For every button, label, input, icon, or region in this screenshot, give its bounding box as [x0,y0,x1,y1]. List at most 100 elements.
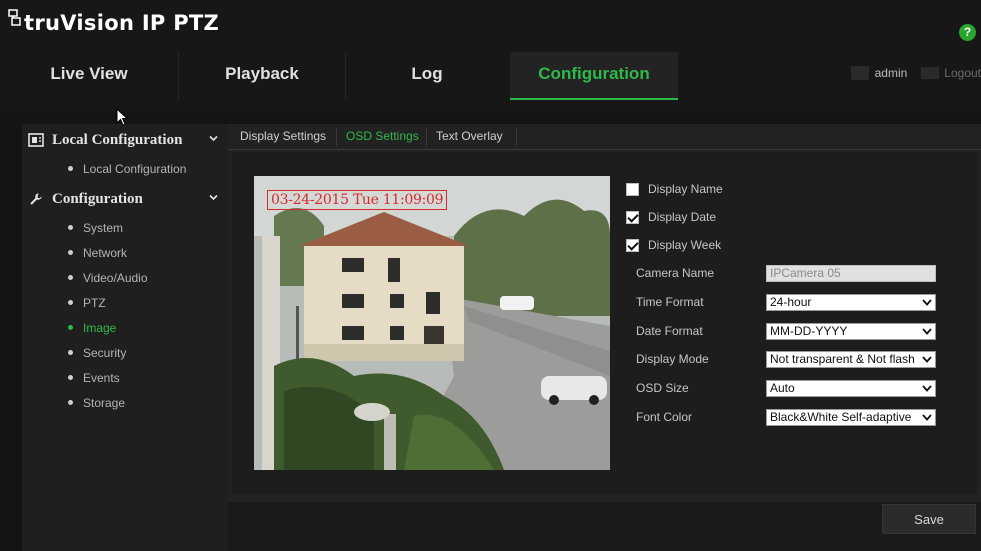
bullet-icon [68,300,73,305]
sidebar-item-security[interactable]: Security [22,340,228,365]
bullet-icon [68,350,73,355]
sidebar-item-image[interactable]: Image [22,315,228,340]
sidebar-item-events[interactable]: Events [22,365,228,390]
display-mode-select[interactable]: Not transparent & Not flash [766,350,936,368]
camera-preview[interactable]: 03-24-2015 Tue 11:09:09 [254,176,610,470]
date-format-select[interactable]: MM-DD-YYYY [766,322,936,340]
tab-configuration[interactable]: Configuration [510,52,678,100]
main-content: Display Settings OSD Settings Text Overl… [228,124,981,551]
chevron-down-icon [922,413,932,421]
display-mode-row: Display Mode Not transparent & Not flash [636,350,936,368]
display-week-checkbox[interactable] [626,238,639,252]
font-color-value: Black&White Self-adaptive [770,409,912,424]
tab-osd-settings[interactable]: OSD Settings [338,124,427,150]
bullet-icon [68,325,73,330]
sidebar: Local Configuration Local Configuration … [22,124,228,551]
time-format-select[interactable]: 24-hour [766,293,936,311]
main-nav: Live View Playback Log Configuration [0,52,981,100]
time-format-row: Time Format 24-hour [636,293,936,311]
tab-divider [336,128,337,146]
help-icon[interactable]: ? [959,24,976,41]
camera-scene-image [254,176,610,470]
osd-date-overlay[interactable]: 03-24-2015 Tue 11:09:09 [267,190,448,210]
chevron-down-icon[interactable] [209,193,218,202]
osd-size-row: OSD Size Auto [636,379,936,397]
sidebar-item-video-audio[interactable]: Video/Audio [22,265,228,290]
display-name-checkbox[interactable] [626,182,639,196]
brand-name: truVision IP PTZ [24,11,220,35]
bullet-icon [68,225,73,230]
bullet-icon [68,166,73,171]
chevron-down-icon[interactable] [209,134,218,143]
tab-live-view[interactable]: Live View [0,52,178,100]
chevron-down-icon [922,355,932,363]
sidebar-item-label: Security [83,345,127,360]
user-area: admin Logout [850,62,981,84]
display-name-option[interactable]: Display Name [626,180,723,198]
footer-bar [228,502,981,551]
local-config-icon [28,133,44,147]
display-week-option[interactable]: Display Week [626,236,721,254]
logout-icon[interactable] [921,67,940,79]
logout-link[interactable]: Logout [944,66,981,80]
sidebar-item-label: Video/Audio [83,270,148,285]
sidebar-item-label: Network [83,245,128,260]
sidebar-item-local-configuration[interactable]: Local Configuration [22,156,228,181]
bullet-icon [68,375,73,380]
sidebar-group-label: Local Configuration [52,131,183,148]
osd-size-select[interactable]: Auto [766,379,936,397]
sidebar-group-label: Configuration [52,190,143,207]
time-format-value: 24-hour [770,294,812,309]
tab-divider [516,128,517,146]
chevron-down-icon [922,327,932,335]
osd-size-value: Auto [770,380,795,395]
font-color-row: Font Color Black&White Self-adaptive [636,408,936,426]
font-color-select[interactable]: Black&White Self-adaptive [766,408,936,426]
brand-logo: truVision IP PTZ [8,6,219,40]
tab-divider [426,128,427,146]
tab-display-settings[interactable]: Display Settings [232,124,334,150]
camera-name-input[interactable]: IPCamera 05 [766,264,936,282]
chevron-down-icon [922,298,932,306]
sidebar-item-network[interactable]: Network [22,240,228,265]
username-label: admin [874,66,908,80]
app-header: truVision IP PTZ ? Live View Playback Lo… [0,0,981,112]
bullet-icon [68,275,73,280]
sidebar-group-local-configuration[interactable]: Local Configuration [22,124,228,156]
time-format-label: Time Format [636,295,704,309]
sidebar-item-label: Local Configuration [83,161,187,176]
sidebar-item-storage[interactable]: Storage [22,390,228,415]
display-name-label: Display Name [648,182,723,196]
display-mode-label: Display Mode [636,352,709,366]
sidebar-item-ptz[interactable]: PTZ [22,290,228,315]
tab-log[interactable]: Log [346,52,508,100]
osd-size-label: OSD Size [636,381,689,395]
camera-name-label: Camera Name [636,266,715,280]
sidebar-item-label: Storage [83,395,126,410]
save-button[interactable]: Save [882,504,976,534]
bullet-icon [68,400,73,405]
camera-name-row: Camera Name IPCamera 05 [636,264,936,282]
camera-logo-icon [8,9,21,26]
tab-playback[interactable]: Playback [179,52,345,100]
sidebar-item-label: Image [83,320,117,335]
sub-tab-bar: Display Settings OSD Settings Text Overl… [228,124,981,150]
date-format-label: Date Format [636,324,703,338]
chevron-down-icon [922,384,932,392]
display-week-label: Display Week [648,238,722,252]
font-color-label: Font Color [636,410,693,424]
sidebar-item-label: System [83,220,124,235]
sidebar-item-system[interactable]: System [22,215,228,240]
tab-text-overlay[interactable]: Text Overlay [428,124,511,150]
display-date-label: Display Date [648,210,717,224]
date-format-value: MM-DD-YYYY [770,323,848,338]
display-mode-value: Not transparent & Not flash [770,351,915,366]
display-date-option[interactable]: Display Date [626,208,716,226]
bullet-icon [68,250,73,255]
display-date-checkbox[interactable] [626,210,639,224]
date-format-row: Date Format MM-DD-YYYY [636,322,936,340]
sidebar-item-label: Events [83,370,120,385]
wrench-icon [30,193,42,205]
user-icon [850,66,869,80]
sidebar-group-configuration[interactable]: Configuration [22,183,228,215]
